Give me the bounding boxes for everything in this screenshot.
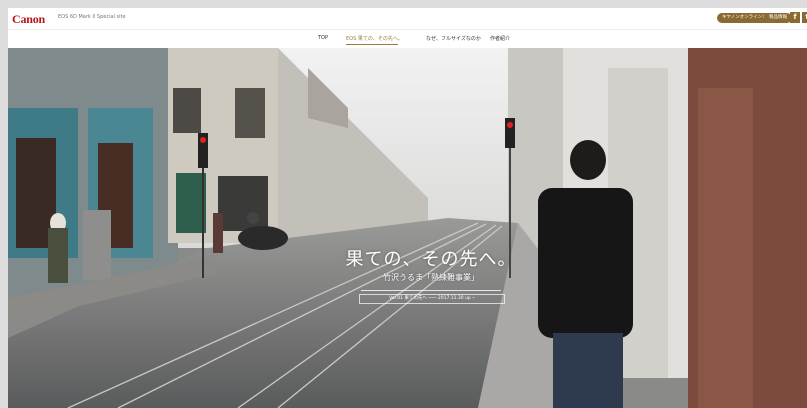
nav-author[interactable]: 作者紹介 [490,35,510,42]
nav-active-indicator [346,44,398,45]
nav-fullsize[interactable]: なぜ、フルサイズなのか [426,35,481,42]
twitter-icon[interactable]: t [802,12,807,23]
nav-story[interactable]: EOS 果ての、その先へ。 [346,35,403,42]
hero-image: 果ての、その先へ。 竹沢うるま「熟練難事業」 Vol.01 果ての先へ ─── … [8,48,807,408]
site-subtitle: EOS 6D Mark II Special site [58,14,126,20]
nav-top[interactable]: TOP [318,35,328,41]
volume-link[interactable]: Vol.01 果ての先へ ─── 2017.11.30 up ─ [359,294,505,304]
product-info-button[interactable]: 製品情報 [764,13,792,23]
global-nav: TOP EOS 果ての、その先へ。 なぜ、フルサイズなのか 作者紹介 [8,30,807,48]
site-header: Canon EOS 6D Mark II Special site キヤノンオン… [8,8,807,30]
browser-viewport: Canon EOS 6D Mark II Special site キヤノンオン… [8,8,807,408]
hero-subtitle: 竹沢うるま「熟練難事業」 [383,273,479,282]
street-photo [8,48,807,408]
facebook-icon[interactable]: f [790,12,800,23]
hero-title: 果ての、その先へ。 [345,249,517,270]
canon-logo[interactable]: Canon [12,12,45,27]
hero-divider [361,290,501,291]
